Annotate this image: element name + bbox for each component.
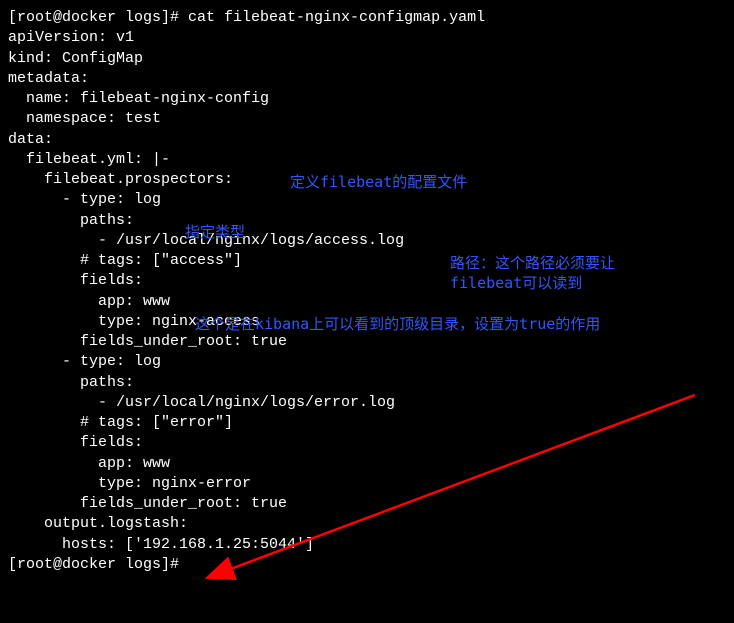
- yaml-line: fields_under_root: true: [8, 494, 726, 514]
- annotation-path-line1: 路径：这个路径必须要让: [450, 253, 615, 273]
- yaml-line: fields_under_root: true: [8, 332, 726, 352]
- terminal-prompt-line: [root@docker logs]#: [8, 555, 726, 575]
- yaml-line: hosts: ['192.168.1.25:5044']: [8, 535, 726, 555]
- yaml-line: type: nginx-error: [8, 474, 726, 494]
- yaml-line: namespace: test: [8, 109, 726, 129]
- yaml-line: app: www: [8, 292, 726, 312]
- yaml-line: - /usr/local/nginx/logs/access.log: [8, 231, 726, 251]
- annotation-type: 指定类型: [185, 222, 245, 242]
- yaml-line: # tags: ["error"]: [8, 413, 726, 433]
- yaml-line: # tags: ["access"]: [8, 251, 726, 271]
- yaml-line: paths:: [8, 373, 726, 393]
- yaml-line: fields:: [8, 433, 726, 453]
- terminal-prompt-line: [root@docker logs]# cat filebeat-nginx-c…: [8, 8, 726, 28]
- annotation-path-line2: filebeat可以读到: [450, 273, 582, 293]
- yaml-line: paths:: [8, 211, 726, 231]
- annotation-fields: 这个是在kibana上可以看到的顶级目录，设置为true的作用: [195, 314, 600, 334]
- yaml-line: metadata:: [8, 69, 726, 89]
- yaml-line: filebeat.yml: |-: [8, 150, 726, 170]
- yaml-line: kind: ConfigMap: [8, 49, 726, 69]
- yaml-line: name: filebeat-nginx-config: [8, 89, 726, 109]
- yaml-line: apiVersion: v1: [8, 28, 726, 48]
- yaml-line: output.logstash:: [8, 514, 726, 534]
- yaml-line: - type: log: [8, 190, 726, 210]
- yaml-line: - /usr/local/nginx/logs/error.log: [8, 393, 726, 413]
- yaml-line: fields:: [8, 271, 726, 291]
- yaml-line: - type: log: [8, 352, 726, 372]
- yaml-line: data:: [8, 130, 726, 150]
- annotation-define-config: 定义filebeat的配置文件: [290, 172, 467, 192]
- yaml-line: app: www: [8, 454, 726, 474]
